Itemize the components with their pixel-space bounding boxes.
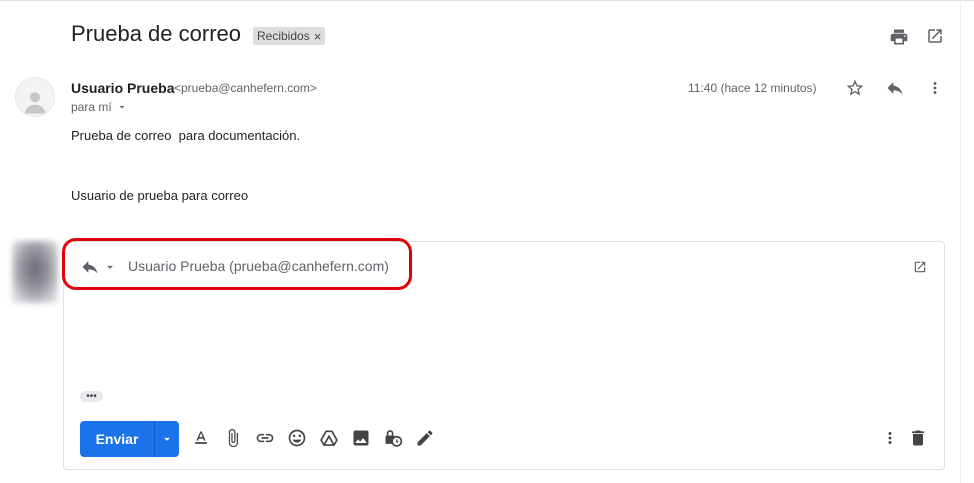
highlight-annotation [62,238,412,290]
to-label: para mí [71,100,112,114]
reply-icon[interactable] [883,76,907,100]
inbox-label-chip[interactable]: Recibidos × [253,27,326,45]
default-person-icon [25,92,45,114]
sender-avatar [15,77,55,117]
label-name: Recibidos [257,29,310,43]
signature-icon[interactable] [414,427,436,449]
top-divider [0,0,974,1]
message-body-line: Prueba de correo para documentación. [71,128,301,143]
discard-icon[interactable] [907,427,929,449]
emoji-icon[interactable] [286,427,308,449]
send-options-icon[interactable] [155,421,179,457]
drive-icon[interactable] [318,427,340,449]
more-vert-icon[interactable] [923,76,947,100]
star-icon[interactable] [843,76,867,100]
recipient-details-toggle[interactable]: para mí [71,100,128,114]
show-trimmed-content-button[interactable]: ••• [80,391,103,402]
right-divider [960,0,961,483]
user-avatar [12,241,58,303]
sender-email: <prueba@canhefern.com> [174,81,317,95]
sender-name[interactable]: Usuario Prueba [71,80,174,96]
photo-icon[interactable] [350,427,372,449]
link-icon[interactable] [254,427,276,449]
send-button[interactable]: Enviar [80,421,154,457]
remove-label-button[interactable]: × [314,29,322,44]
print-icon[interactable] [887,25,911,49]
message-timestamp: 11:40 (hace 12 minutos) [688,81,817,95]
confidential-mode-icon[interactable] [382,427,404,449]
open-in-new-window-icon[interactable] [923,24,947,48]
text-format-icon[interactable] [190,427,212,449]
dropdown-arrow-icon [119,106,125,109]
email-subject: Prueba de correo [71,21,241,46]
pop-out-icon[interactable] [910,257,930,277]
attach-icon[interactable] [222,427,244,449]
send-button-group[interactable]: Enviar [80,421,179,457]
message-signature: Usuario de prueba para correo [71,188,249,203]
more-options-icon[interactable] [879,427,901,449]
